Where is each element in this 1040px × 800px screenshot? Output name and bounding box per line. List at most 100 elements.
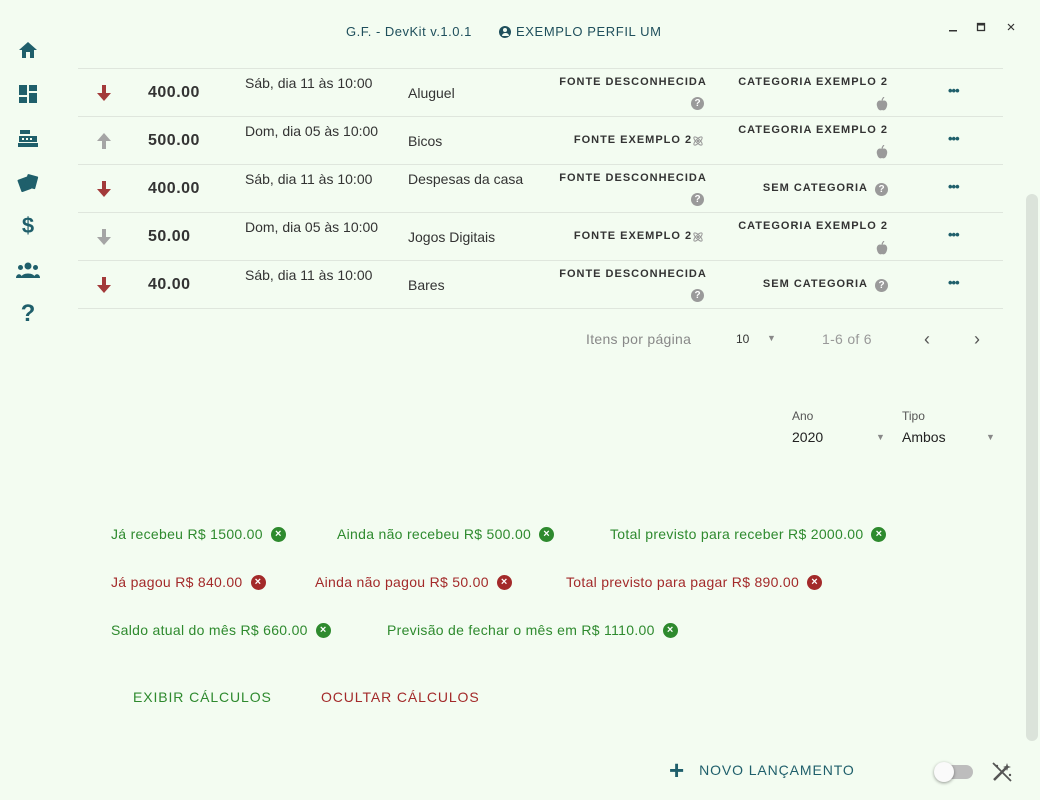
chevron-down-icon[interactable]: ▼ <box>986 432 995 442</box>
close-icon <box>1007 23 1015 31</box>
minimize-icon <box>949 30 957 32</box>
profile-button[interactable]: EXEMPLO PERFIL UM <box>499 24 662 39</box>
sidebar-item-dashboard[interactable] <box>16 82 40 106</box>
close-icon[interactable]: × <box>807 574 823 590</box>
type-select[interactable]: Ambos <box>902 429 946 445</box>
amount: 400.00 <box>148 84 200 101</box>
new-entry-button[interactable]: + NOVO LANÇAMENTO <box>669 755 855 785</box>
date: Dom, dia 05 às 10:00 <box>245 219 379 235</box>
forecast-chip[interactable]: Previsão de fechar o mês em R$ 1110.00 × <box>387 622 678 638</box>
minimize-button[interactable] <box>945 20 961 36</box>
chip-label: Já pagou R$ 840.00 <box>111 574 243 590</box>
not-paid-chip[interactable]: Ainda não pagou R$ 50.00 × <box>315 574 512 590</box>
sidebar-item-cash-register[interactable] <box>16 126 40 150</box>
question-icon: ? <box>875 183 888 196</box>
year-select[interactable]: 2020 <box>792 429 823 445</box>
arrow-down-icon <box>97 277 111 293</box>
table-row[interactable]: 400.00 Sáb, dia 11 às 10:00 Aluguel FONT… <box>78 69 1003 117</box>
amount: 50.00 <box>148 228 191 245</box>
arrow-down-icon <box>97 85 111 101</box>
category-label: CATEGORIA EXEMPLO 2 <box>738 76 888 88</box>
category-label: SEM CATEGORIA <box>762 278 868 290</box>
chip-label: Já recebeu R$ 1500.00 <box>111 526 263 542</box>
maximize-button[interactable] <box>973 20 989 36</box>
close-icon[interactable]: × <box>315 622 331 638</box>
more-options-button[interactable]: ••• <box>948 83 960 98</box>
chip-label: Total previsto para pagar R$ 890.00 <box>566 574 800 590</box>
question-icon: ? <box>691 289 704 302</box>
more-options-button[interactable]: ••• <box>948 131 960 146</box>
category: SEM CATEGORIA <box>698 278 868 290</box>
source: FONTE DESCONHECIDA <box>548 76 718 88</box>
chip-label: Total previsto para receber R$ 2000.00 <box>610 526 864 542</box>
atom-icon <box>693 232 703 242</box>
home-icon <box>19 42 37 58</box>
question-icon: ? <box>691 97 704 110</box>
total-receive-chip[interactable]: Total previsto para receber R$ 2000.00 × <box>610 526 887 542</box>
items-per-page-label: Itens por página <box>586 331 692 347</box>
chip-label: Previsão de fechar o mês em R$ 1110.00 <box>387 622 655 638</box>
source-label: FONTE DESCONHECIDA <box>559 172 707 184</box>
category: CATEGORIA EXEMPLO 2 <box>728 220 888 232</box>
paid-chip[interactable]: Já pagou R$ 840.00 × <box>111 574 266 590</box>
category-label: SEM CATEGORIA <box>762 182 868 194</box>
date: Sáb, dia 11 às 10:00 <box>245 171 373 187</box>
close-icon[interactable]: × <box>270 526 286 542</box>
chevron-down-icon[interactable]: ▼ <box>767 333 776 343</box>
transactions-table: 400.00 Sáb, dia 11 às 10:00 Aluguel FONT… <box>78 68 1003 309</box>
cash-register-icon <box>18 130 38 147</box>
items-per-page-select[interactable]: 10 <box>736 332 749 346</box>
close-button[interactable] <box>1003 20 1019 36</box>
apple-icon <box>876 241 888 255</box>
description: Aluguel <box>408 85 455 101</box>
received-chip[interactable]: Já recebeu R$ 1500.00 × <box>111 526 286 542</box>
more-options-button[interactable]: ••• <box>948 227 960 242</box>
pagination-range: 1-6 of 6 <box>822 331 872 347</box>
apple-icon <box>876 145 888 159</box>
balance-chip[interactable]: Saldo atual do mês R$ 660.00 × <box>111 622 331 638</box>
title-bar: G.F. - DevKit v.1.0.1 EXEMPLO PERFIL UM <box>0 0 1040 62</box>
more-options-button[interactable]: ••• <box>948 275 960 290</box>
next-page-button[interactable]: › <box>967 328 987 350</box>
sidebar-item-users[interactable] <box>16 258 40 282</box>
toggle-knob[interactable] <box>934 762 954 782</box>
more-options-button[interactable]: ••• <box>948 179 960 194</box>
theme-toggle[interactable] <box>934 762 973 782</box>
chip-label: Ainda não pagou R$ 50.00 <box>315 574 489 590</box>
amount: 400.00 <box>148 180 200 197</box>
sidebar-item-cards[interactable] <box>16 170 40 194</box>
date: Sáb, dia 11 às 10:00 <box>245 75 373 91</box>
total-pay-chip[interactable]: Total previsto para pagar R$ 890.00 × <box>566 574 823 590</box>
not-received-chip[interactable]: Ainda não recebeu R$ 500.00 × <box>337 526 555 542</box>
show-calculations-button[interactable]: EXIBIR CÁLCULOS <box>133 689 272 705</box>
arrow-up-icon <box>97 133 111 149</box>
hide-calculations-button[interactable]: OCULTAR CÁLCULOS <box>321 689 480 705</box>
plus-icon: + <box>669 755 686 785</box>
users-icon <box>16 262 40 278</box>
table-row[interactable]: 400.00 Sáb, dia 11 às 10:00 Despesas da … <box>78 165 1003 213</box>
source-label: FONTE DESCONHECIDA <box>559 76 707 88</box>
scrollbar-thumb[interactable] <box>1026 194 1038 741</box>
table-row[interactable]: 40.00 Sáb, dia 11 às 10:00 Bares FONTE D… <box>78 261 1003 309</box>
close-icon[interactable]: × <box>496 574 512 590</box>
description: Bicos <box>408 133 443 149</box>
source: FONTE DESCONHECIDA <box>548 172 718 184</box>
close-icon[interactable]: × <box>250 574 266 590</box>
magic-wand-off-icon[interactable] <box>991 761 1013 783</box>
sidebar-item-money[interactable]: $ <box>16 213 40 238</box>
category: CATEGORIA EXEMPLO 2 <box>728 76 888 88</box>
close-icon[interactable]: × <box>539 526 555 542</box>
close-icon[interactable]: × <box>871 526 887 542</box>
table-row[interactable]: 50.00 Dom, dia 05 às 10:00 Jogos Digitai… <box>78 213 1003 261</box>
source-label: FONTE DESCONHECIDA <box>559 268 707 280</box>
chevron-down-icon[interactable]: ▼ <box>876 432 885 442</box>
sidebar-item-help[interactable]: ? <box>16 300 40 327</box>
chip-label: Saldo atual do mês R$ 660.00 <box>111 622 308 638</box>
table-row[interactable]: 500.00 Dom, dia 05 às 10:00 Bicos FONTE … <box>78 117 1003 165</box>
sidebar-item-home[interactable] <box>16 38 40 62</box>
description: Bares <box>408 277 445 293</box>
category: CATEGORIA EXEMPLO 2 <box>728 124 888 136</box>
previous-page-button[interactable]: ‹ <box>917 328 937 350</box>
close-icon[interactable]: × <box>662 622 678 638</box>
help-icon: ? <box>20 300 36 327</box>
